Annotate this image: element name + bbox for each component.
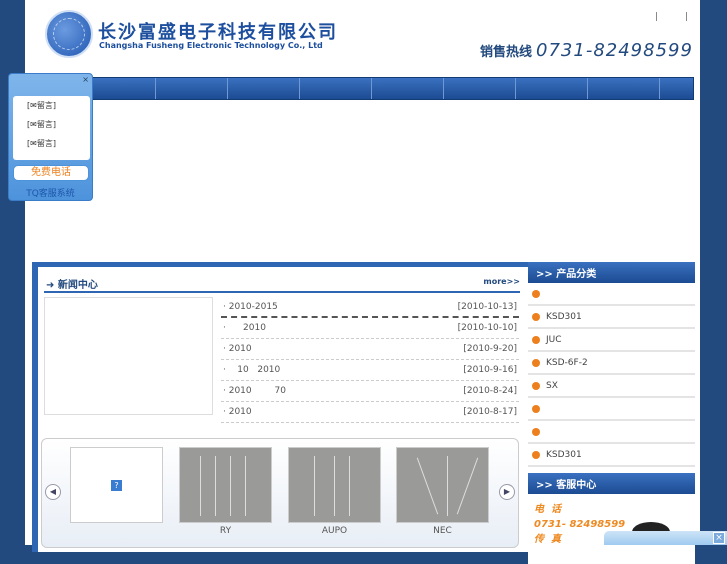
message-link[interactable]: [✉留言] [13, 96, 90, 115]
close-icon[interactable]: × [713, 532, 725, 544]
product-thumb[interactable]: RY [179, 447, 272, 536]
product-thumb[interactable]: NEC [396, 447, 489, 536]
nav-item[interactable] [444, 78, 516, 99]
category-item[interactable] [528, 283, 695, 306]
nav-item[interactable] [156, 78, 228, 99]
hotline: 销售热线 0731-82498599 [480, 40, 693, 61]
hotline-number: 0731-82498599 [536, 40, 693, 61]
nav-item[interactable] [228, 78, 300, 99]
news-item[interactable]: · 2010 [2010-10-10] [221, 318, 519, 339]
news-panel: ➜ 新闻中心 more>> · 2010-2015 [2010-10-13] · 2… [32, 262, 528, 552]
news-image [44, 297, 213, 415]
popup-bar: × [604, 531, 727, 545]
contact-info: 电 话 0731- 82498599 传 真 [528, 494, 695, 564]
product-thumb[interactable]: AUPO [288, 447, 381, 536]
next-arrow-icon[interactable]: ▶ [499, 484, 515, 500]
product-caption: RY [219, 526, 232, 536]
close-icon[interactable]: × [82, 75, 89, 84]
category-item[interactable]: KSD301 [528, 444, 695, 467]
nav-item[interactable] [300, 78, 372, 99]
company-name-en: Changsha Fusheng Electronic Technology C… [99, 41, 323, 50]
phone-label: 电 话 [534, 504, 561, 515]
news-item[interactable]: · 2010 70 [2010-8-24] [221, 381, 519, 402]
news-item[interactable]: · 2010-2015 [2010-10-13] [221, 297, 519, 318]
category-item[interactable]: SX [528, 375, 695, 398]
nav-item[interactable] [84, 78, 156, 99]
nav-item[interactable] [588, 78, 660, 99]
sidebar: >> 产品分类 KSD301 JUC KSD-6F-2 SX KSD301 >>… [528, 262, 695, 564]
news-title: ➜ 新闻中心 [46, 280, 98, 291]
tq-chat-widget: × [✉留言] [✉留言] [✉留言] 免费电话 TQ客服系统 [8, 73, 93, 201]
main-nav [33, 77, 694, 100]
product-caption: AUPO [321, 526, 348, 536]
top-links[interactable]: | | [655, 12, 700, 22]
news-list: · 2010-2015 [2010-10-13] · 2010 [2010-10-1… [221, 297, 519, 423]
news-more-link[interactable]: more>> [483, 277, 520, 286]
nav-item[interactable] [516, 78, 588, 99]
category-item[interactable]: KSD301 [528, 306, 695, 329]
service-header: >> 客服中心 [528, 473, 695, 494]
nav-item[interactable] [372, 78, 444, 99]
message-link[interactable]: [✉留言] [13, 134, 90, 153]
product-caption: NEC [433, 526, 452, 536]
category-item[interactable] [528, 398, 695, 421]
product-thumb[interactable]: ? [70, 447, 163, 523]
hotline-label: 销售热线 [480, 45, 533, 60]
company-logo[interactable] [45, 10, 93, 58]
prev-arrow-icon[interactable]: ◀ [45, 484, 61, 500]
free-call-button[interactable]: 免费电话 [13, 165, 89, 181]
broken-image-icon: ? [111, 480, 122, 491]
message-link[interactable]: [✉留言] [13, 115, 90, 134]
news-item[interactable]: · 10 2010 [2010-9-16] [221, 360, 519, 381]
tq-label: TQ客服系统 [26, 189, 75, 199]
category-item[interactable]: JUC [528, 329, 695, 352]
news-item[interactable]: · 2010 [2010-8-17] [221, 402, 519, 423]
product-slider: ◀ ? RY AUPO NEC ▶ [41, 438, 519, 548]
category-item[interactable] [528, 421, 695, 444]
category-header: >> 产品分类 [528, 262, 695, 283]
news-item[interactable]: · 2010 [2010-9-20] [221, 339, 519, 360]
category-item[interactable]: KSD-6F-2 [528, 352, 695, 375]
news-header: ➜ 新闻中心 more>> [44, 271, 520, 293]
